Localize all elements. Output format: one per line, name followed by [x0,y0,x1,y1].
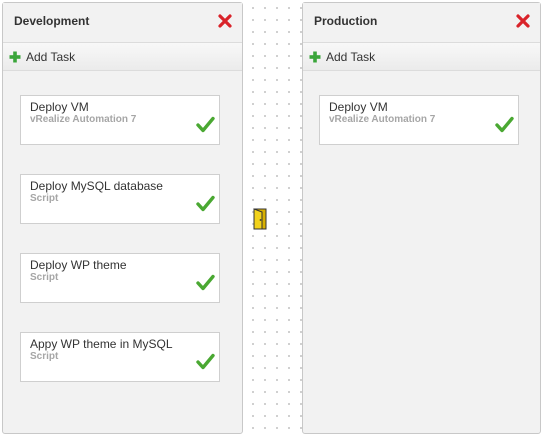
add-task-button[interactable]: Add Task [3,43,242,71]
add-task-label: Add Task [26,50,76,64]
task-type: Script [30,193,59,204]
stage-title: Development [14,14,90,28]
check-icon [196,195,215,212]
plus-icon [9,51,21,63]
close-icon[interactable] [217,13,233,29]
check-icon [495,116,514,133]
task-type: vRealize Automation 7 [30,114,137,125]
task-card[interactable]: Appy WP theme in MySQL Script [20,332,220,382]
task-card[interactable]: Deploy WP theme Script [20,253,220,303]
close-icon[interactable] [515,13,531,29]
check-icon [196,116,215,133]
check-icon [196,353,215,370]
check-icon [196,274,215,291]
task-name: Deploy WP theme [30,258,127,272]
task-card[interactable]: Deploy MySQL database Script [20,174,220,224]
stage-header: Development [3,3,242,43]
task-card[interactable]: Deploy VM vRealize Automation 7 [319,95,519,145]
task-type: Script [30,272,59,283]
task-name: Deploy VM [329,100,388,114]
task-name: Deploy VM [30,100,89,114]
add-task-button[interactable]: Add Task [303,43,540,71]
stage-title: Production [314,14,378,28]
task-name: Deploy MySQL database [30,179,163,193]
task-type: Script [30,351,59,362]
task-name: Appy WP theme in MySQL [30,337,173,351]
plus-icon [309,51,321,63]
pipeline-canvas-grid [243,0,302,437]
stage-development: Development Add Task Deploy VM vRealize … [2,2,243,434]
stage-production: Production Add Task Deploy VM vRealize A… [302,2,541,434]
door-icon[interactable] [253,208,267,230]
task-card[interactable]: Deploy VM vRealize Automation 7 [20,95,220,145]
task-type: vRealize Automation 7 [329,114,436,125]
stage-header: Production [303,3,540,43]
add-task-label: Add Task [326,50,376,64]
